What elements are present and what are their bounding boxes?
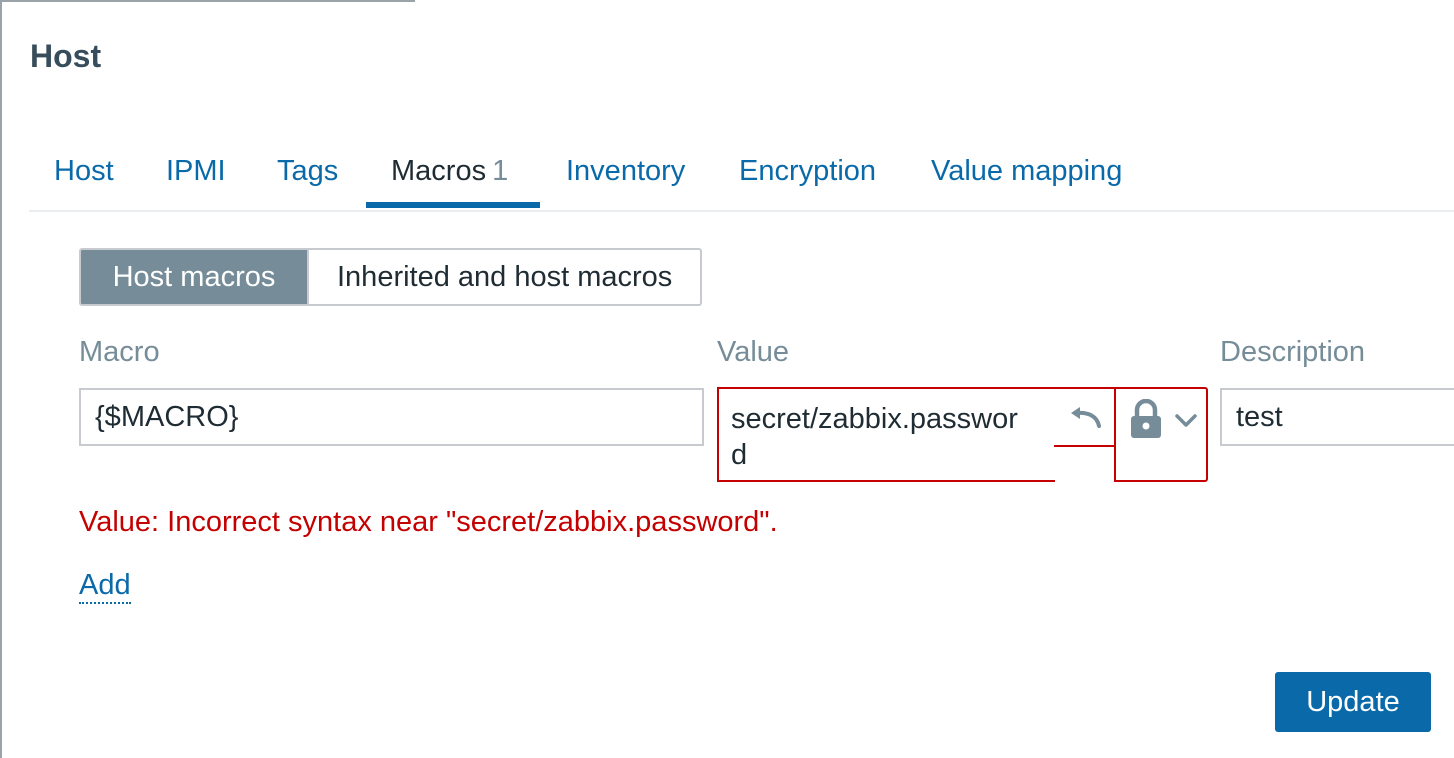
tab-tags[interactable]: Tags xyxy=(277,148,338,208)
update-button[interactable]: Update xyxy=(1275,672,1431,732)
active-tab-indicator xyxy=(366,202,540,208)
macro-mode-toggle: Host macros Inherited and host macros xyxy=(79,248,703,306)
tab-encryption[interactable]: Encryption xyxy=(739,148,876,208)
undo-icon xyxy=(1071,407,1101,428)
description-input[interactable]: test xyxy=(1220,388,1454,446)
error-message: Value: Incorrect syntax near "secret/zab… xyxy=(79,506,778,538)
macro-input[interactable]: {$MACRO} xyxy=(79,388,704,446)
lock-icon xyxy=(1131,399,1161,438)
dialog-title: Host xyxy=(30,38,102,74)
tab-value-mapping[interactable]: Value mapping xyxy=(931,148,1122,208)
description-column-header: Description xyxy=(1220,336,1366,368)
value-column-header: Value xyxy=(717,336,790,368)
value-input[interactable]: secret/zabbix.password xyxy=(717,387,1055,482)
chevron-down-icon xyxy=(1175,414,1197,427)
macro-column-header: Macro xyxy=(79,336,160,368)
tab-ipmi[interactable]: IPMI xyxy=(166,148,226,208)
tab-macros[interactable]: Macros 1 xyxy=(391,148,508,208)
tab-inventory[interactable]: Inventory xyxy=(566,148,685,208)
tab-macros-label: Macros xyxy=(391,155,487,187)
value-input-text: secret/zabbix.password xyxy=(731,403,1018,471)
dialog-top-border xyxy=(0,0,415,2)
dialog-left-border xyxy=(0,0,2,758)
value-type-dropdown[interactable] xyxy=(1114,387,1208,482)
inherited-macros-option[interactable]: Inherited and host macros xyxy=(307,250,700,304)
tab-bar: Host IPMI Tags Macros 1 Inventory Encrypt… xyxy=(29,148,1454,212)
tab-macros-count: 1 xyxy=(492,155,509,187)
revert-value-button[interactable] xyxy=(1054,387,1116,447)
host-macros-option[interactable]: Host macros xyxy=(81,250,307,304)
add-macro-link[interactable]: Add xyxy=(79,568,131,604)
tab-host[interactable]: Host xyxy=(54,148,114,208)
